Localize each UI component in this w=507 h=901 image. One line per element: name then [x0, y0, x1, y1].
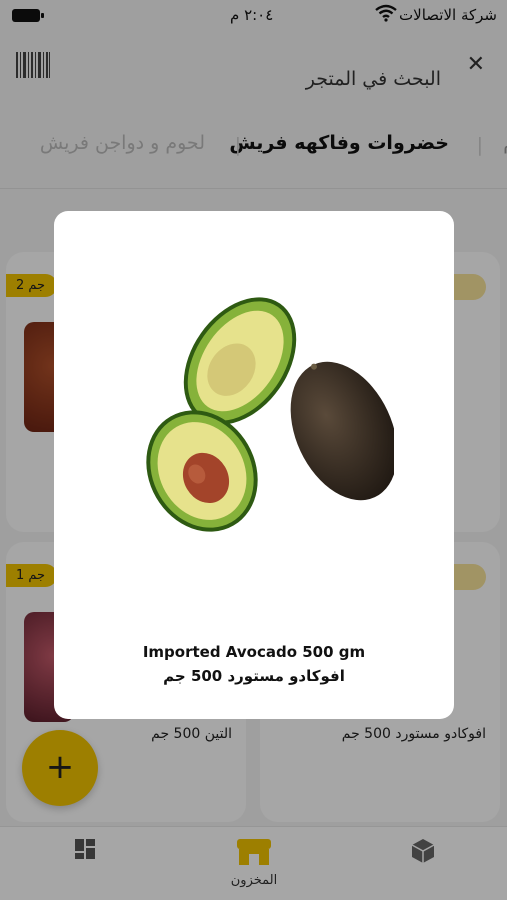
product-title-ar: افوكادو مستورد 500 جم — [163, 667, 345, 685]
avocado-image — [146, 297, 394, 532]
product-title-en: Imported Avocado 500 gm — [142, 643, 366, 661]
product-preview-modal: Imported Avocado 500 gm افوكادو مستورد 5… — [54, 211, 454, 719]
